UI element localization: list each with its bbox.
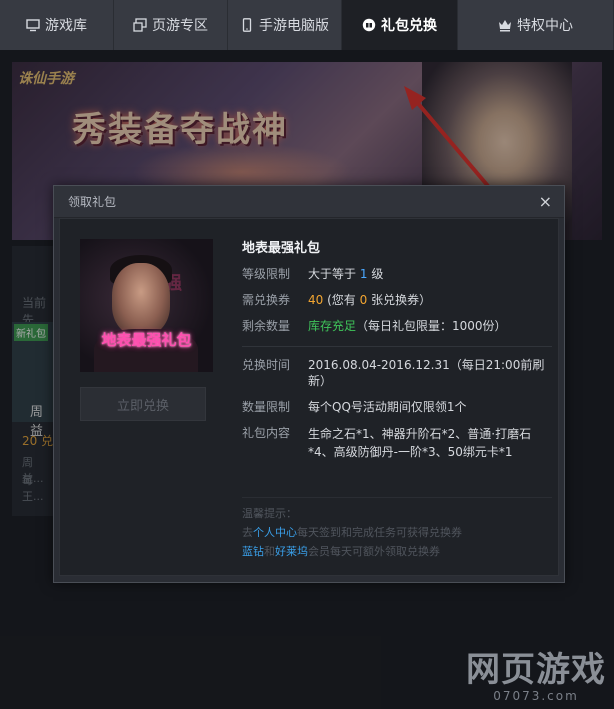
dialog-header: 领取礼包 × xyxy=(54,186,564,218)
gift-info: 地表最强礼包 等级限制 大于等于 1 级 需兑换券 40 (您有 0 张兑换券）… xyxy=(242,237,552,461)
hollywood-link[interactable]: 好莱坞 xyxy=(275,545,308,558)
tab-label: 游戏库 xyxy=(45,18,87,34)
stock-key: 剩余数量 xyxy=(242,319,291,333)
blue-diamond-link[interactable]: 蓝钻 xyxy=(242,545,264,558)
tips-section: 温馨提示： 去个人中心每天签到和完成任务可获得兑换券 蓝钻和好莱坞会员每天可额外… xyxy=(242,497,552,561)
top-tab-bar: 游戏库 页游专区 手游电脑版 礼包兑换 特权中心 xyxy=(0,0,614,50)
tips-title: 温馨提示： xyxy=(242,507,297,520)
window-icon xyxy=(133,18,147,32)
quantity-value: 每个QQ号活动期间仅限领1个 xyxy=(308,400,467,414)
tab-label: 手游电脑版 xyxy=(259,18,329,34)
level-row: 等级限制 大于等于 1 级 xyxy=(242,266,552,282)
level-number: 1 xyxy=(359,267,368,281)
level-key: 等级限制 xyxy=(242,267,291,281)
cover-figure-face xyxy=(112,263,170,335)
cover-title: 地表最强礼包 xyxy=(101,331,192,349)
gift-badge-icon xyxy=(362,18,376,32)
quantity-key: 数量限制 xyxy=(242,400,291,414)
owned-coupons: 0 xyxy=(359,293,368,307)
crown-icon xyxy=(498,18,512,32)
site-watermark: 网页游戏 07073.com xyxy=(466,651,606,703)
claim-gift-dialog: 领取礼包 × 最强 地表最强礼包 立即兑换 地表最强礼包 等级限制 大于等于 1… xyxy=(53,185,565,583)
quantity-row: 数量限制 每个QQ号活动期间仅限领1个 xyxy=(242,399,552,415)
content-key: 礼包内容 xyxy=(242,426,291,440)
monitor-icon xyxy=(26,18,40,32)
personal-center-link[interactable]: 个人中心 xyxy=(253,526,297,539)
tab-privilege-center[interactable]: 特权中心 xyxy=(458,0,614,50)
content-row: 礼包内容 生命之石*1、神器升阶石*2、普通·打磨石*4、高级防御丹-一阶*3、… xyxy=(242,425,552,461)
gift-name: 地表最强礼包 xyxy=(242,241,321,256)
cost-number: 40 xyxy=(308,293,324,307)
tip-line-2: 蓝钻和好莱坞会员每天可额外领取兑换券 xyxy=(242,545,440,558)
tab-label: 页游专区 xyxy=(152,18,208,34)
divider xyxy=(242,497,552,498)
gift-cover-image: 最强 地表最强礼包 xyxy=(80,239,213,372)
close-icon[interactable]: × xyxy=(539,193,552,210)
claim-now-button[interactable]: 立即兑换 xyxy=(80,387,206,421)
stock-status: 库存充足 xyxy=(308,319,357,333)
tab-gift-exchange[interactable]: 礼包兑换 xyxy=(342,0,458,50)
time-row: 兑换时间 2016.08.04-2016.12.31（每日21:00前刷新） xyxy=(242,357,552,389)
tab-web-games[interactable]: 页游专区 xyxy=(114,0,228,50)
dialog-title: 领取礼包 xyxy=(68,195,117,209)
tab-game-library[interactable]: 游戏库 xyxy=(0,0,114,50)
tab-mobile-pc[interactable]: 手游电脑版 xyxy=(228,0,342,50)
level-value: 大于等于 1 级 xyxy=(308,267,384,281)
cost-row: 需兑换券 40 (您有 0 张兑换券） xyxy=(242,292,552,308)
tab-label: 特权中心 xyxy=(517,18,573,34)
time-key: 兑换时间 xyxy=(242,358,291,372)
watermark-text: 网页游戏 xyxy=(466,650,606,690)
cost-key: 需兑换券 xyxy=(242,293,291,307)
stock-value: 库存充足（每日礼包限量：1000份） xyxy=(308,318,507,334)
tip-line-1: 去个人中心每天签到和完成任务可获得兑换券 xyxy=(242,526,462,539)
content-value: 生命之石*1、神器升阶石*2、普通·打磨石*4、高级防御丹-一阶*3、50绑元卡… xyxy=(308,427,532,459)
phone-icon xyxy=(240,18,254,32)
divider xyxy=(242,346,552,347)
tab-label: 礼包兑换 xyxy=(381,18,437,34)
stock-limit: （每日礼包限量：1000份） xyxy=(356,319,507,333)
stock-row: 剩余数量 库存充足（每日礼包限量：1000份） xyxy=(242,318,552,334)
watermark-url: 07073.com xyxy=(493,689,579,703)
time-value: 2016.08.04-2016.12.31（每日21:00前刷新） xyxy=(308,358,545,388)
dialog-body: 最强 地表最强礼包 立即兑换 地表最强礼包 等级限制 大于等于 1 级 需兑换券… xyxy=(59,218,559,576)
cost-value: 40 (您有 0 张兑换券） xyxy=(308,293,432,307)
